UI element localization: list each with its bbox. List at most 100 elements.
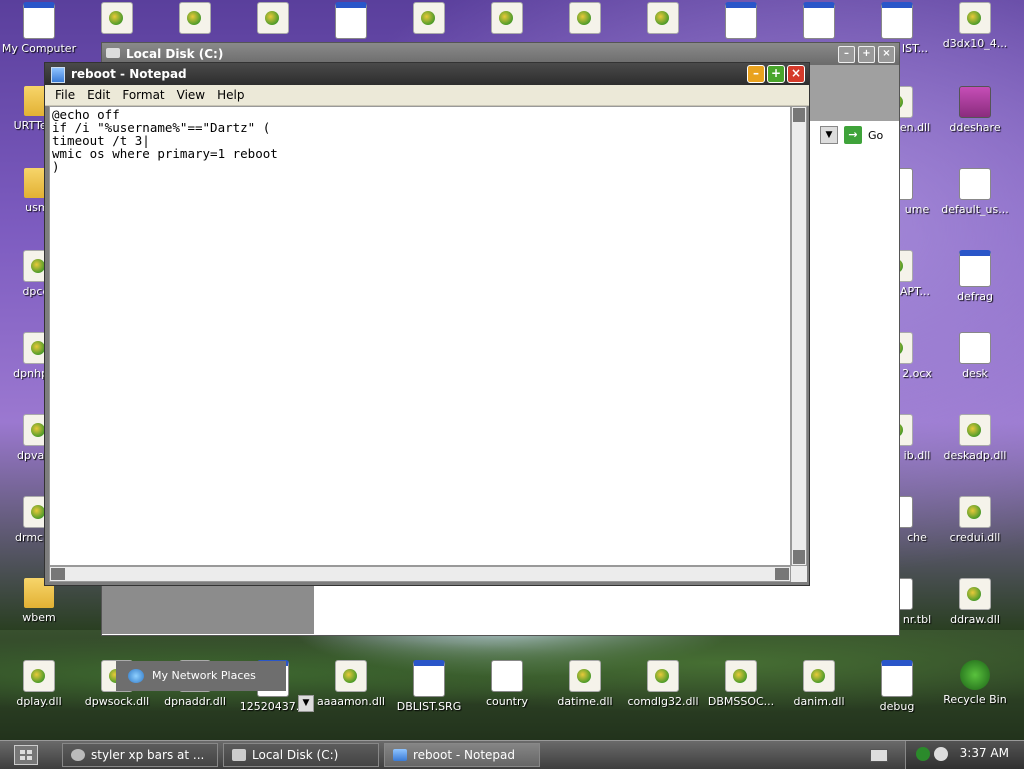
menu-view[interactable]: View <box>171 88 211 102</box>
exe-icon <box>959 250 991 287</box>
desktop-icon[interactable] <box>312 2 390 42</box>
desktop-icon[interactable]: desk <box>936 332 1014 380</box>
dll-icon <box>959 414 991 446</box>
volume-icon[interactable] <box>934 747 948 761</box>
close-button[interactable]: × <box>878 46 895 63</box>
dll-icon <box>179 2 211 34</box>
notepad-titlebar[interactable]: reboot - Notepad – + × <box>45 63 809 85</box>
desktop-icon[interactable]: d3dx10_4... <box>936 2 1014 50</box>
desktop-icon[interactable]: comdlg32.dll <box>624 660 702 708</box>
desktop-icon[interactable] <box>156 2 234 37</box>
notepad-window[interactable]: reboot - Notepad – + × File Edit Format … <box>44 62 810 586</box>
maximize-button[interactable]: + <box>858 46 875 63</box>
desktop-icon[interactable]: deskadp.dll <box>936 414 1014 462</box>
menu-file[interactable]: File <box>49 88 81 102</box>
desktop-icon[interactable] <box>780 2 858 42</box>
desktop-icon[interactable]: DBLIST.SRG <box>390 660 468 713</box>
menu-help[interactable]: Help <box>211 88 250 102</box>
text-file-icon <box>959 168 991 200</box>
text-editor[interactable]: @echo off if /i "%username%"=="Dartz" ( … <box>49 106 791 566</box>
exe-icon <box>881 660 913 697</box>
desktop-icon[interactable] <box>546 2 624 37</box>
tray-app-icon[interactable] <box>916 747 930 761</box>
scroll-right-arrow[interactable] <box>775 568 789 580</box>
minimize-button[interactable]: – <box>838 46 855 63</box>
notepad-title: reboot - Notepad <box>71 67 187 81</box>
dll-icon <box>959 578 991 610</box>
exe-icon <box>881 2 913 39</box>
dll-icon <box>413 2 445 34</box>
system-tray: 3:37 AM <box>905 741 1024 769</box>
desktop-icon[interactable]: credui.dll <box>936 496 1014 544</box>
desktop-icon[interactable]: ddraw.dll <box>936 578 1014 626</box>
taskbar-button-styler[interactable]: styler xp bars at ... <box>62 743 218 767</box>
taskbar: styler xp bars at ... Local Disk (C:) re… <box>0 740 1024 769</box>
menu-format[interactable]: Format <box>116 88 170 102</box>
dll-icon <box>647 660 679 692</box>
desktop-icon[interactable]: country <box>468 660 546 708</box>
drive-icon <box>106 48 120 58</box>
desktop-icon[interactable] <box>702 2 780 42</box>
go-button[interactable]: Go <box>868 129 883 142</box>
desktop-icon[interactable] <box>234 2 312 37</box>
recycle-bin-icon <box>960 660 990 690</box>
styler-icon <box>71 749 85 761</box>
dll-icon <box>569 2 601 34</box>
desktop-icon[interactable]: aaaamon.dll <box>312 660 390 708</box>
dll-icon <box>803 660 835 692</box>
dll-icon <box>491 2 523 34</box>
desktop-icon[interactable]: debug <box>858 660 936 713</box>
exe-icon <box>803 2 835 39</box>
close-button[interactable]: × <box>787 65 805 83</box>
go-arrow-icon[interactable]: → <box>844 126 862 144</box>
menu-bar: File Edit Format View Help <box>45 85 809 106</box>
taskbar-button-notepad[interactable]: reboot - Notepad <box>384 743 540 767</box>
desktop-icon[interactable] <box>78 2 156 37</box>
vertical-scrollbar[interactable] <box>791 106 807 566</box>
resize-grip[interactable] <box>791 566 807 582</box>
menu-edit[interactable]: Edit <box>81 88 116 102</box>
text-file-icon <box>491 660 523 692</box>
desktop-icon[interactable] <box>468 2 546 37</box>
desktop-icon[interactable] <box>390 2 468 37</box>
dll-icon <box>725 660 757 692</box>
desktop-icon[interactable]: ddeshare <box>936 86 1014 134</box>
file-icon <box>23 2 55 39</box>
horizontal-scrollbar[interactable] <box>49 566 791 582</box>
explorer-title: Local Disk (C:) <box>126 47 224 61</box>
dll-icon <box>959 2 991 34</box>
file-icon <box>413 660 445 697</box>
scroll-left-arrow[interactable] <box>51 568 65 580</box>
exe-icon <box>335 2 367 39</box>
minimize-button[interactable]: – <box>747 65 765 83</box>
desktop-icon[interactable]: datime.dll <box>546 660 624 708</box>
text-file-icon <box>959 332 991 364</box>
dll-icon <box>335 660 367 692</box>
desktop-icon[interactable]: Recycle Bin <box>936 660 1014 706</box>
desktop-icon[interactable]: DBMSSOC... <box>702 660 780 708</box>
scroll-down-arrow[interactable] <box>793 550 805 564</box>
desktop-icon[interactable]: defrag <box>936 250 1014 303</box>
scroll-up-arrow[interactable] <box>793 108 805 122</box>
drive-icon <box>232 749 246 761</box>
desktop-icon[interactable]: My Computer <box>0 2 78 55</box>
desktop-icon[interactable]: danim.dll <box>780 660 858 708</box>
notepad-icon <box>393 749 407 761</box>
keyboard-icon[interactable] <box>870 749 888 762</box>
clock[interactable]: 3:37 AM <box>960 746 1009 760</box>
maximize-button[interactable]: + <box>767 65 785 83</box>
desktop-icon[interactable]: dplay.dll <box>0 660 78 708</box>
dll-icon <box>101 2 133 34</box>
desktop-icon[interactable] <box>624 2 702 37</box>
editor-content[interactable]: @echo off if /i "%username%"=="Dartz" ( … <box>50 107 790 174</box>
my-network-places-link[interactable]: My Network Places <box>116 661 286 691</box>
address-dropdown-arrow[interactable]: ▼ <box>820 126 838 144</box>
exe-icon <box>725 2 757 39</box>
network-icon <box>128 669 144 683</box>
taskbar-button-local-disk[interactable]: Local Disk (C:) <box>223 743 379 767</box>
notepad-icon <box>51 67 65 83</box>
desktop-icon[interactable]: default_us... <box>936 168 1014 216</box>
scroll-down-arrow[interactable]: ▼ <box>298 695 314 712</box>
start-button[interactable] <box>14 745 38 765</box>
dll-icon <box>647 2 679 34</box>
